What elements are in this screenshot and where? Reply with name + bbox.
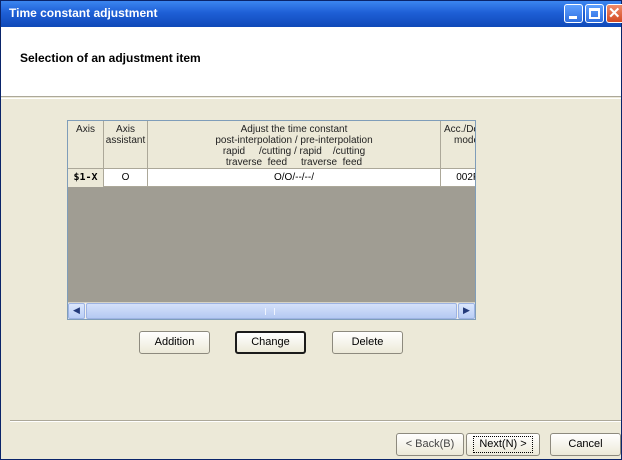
header-panel: Selection of an adjustment item [1,27,621,97]
horizontal-scrollbar[interactable]: ◀ ▶ [68,302,475,319]
column-header-acc-dec-mode[interactable]: Acc./De mode [441,121,476,169]
close-icon: ✕ [608,5,621,22]
cell-axis-assistant[interactable]: O [104,169,148,187]
close-button[interactable]: ✕ [606,4,622,23]
grip-icon [265,308,275,315]
cell-acc-dec-mode[interactable]: 002F [441,169,475,187]
header-separator [1,98,621,99]
column-header-label: Axis assistant [105,124,146,146]
page-heading: Selection of an adjustment item [20,51,201,65]
column-header-adjust-time-constant[interactable]: Adjust the time constant post-interpolat… [148,121,441,169]
change-button[interactable]: Change [235,331,306,354]
scroll-left-button[interactable]: ◀ [68,303,85,319]
footer-separator [10,420,621,422]
column-header-axis[interactable]: Axis [68,121,104,169]
cancel-button[interactable]: Cancel [550,433,621,456]
maximize-icon [589,8,600,19]
column-header-label: Axis [76,124,95,135]
window-title: Time constant adjustment [9,6,158,20]
column-header-label: Acc./De mode [443,124,476,146]
table-row[interactable]: $1-X O O/O/--/--/ 002F [68,169,475,187]
cell-adjust-time-constant[interactable]: O/O/--/--/ [148,169,441,187]
scrollbar-thumb[interactable] [86,303,457,319]
delete-button[interactable]: Delete [332,331,403,354]
minimize-icon [569,16,577,19]
column-header-label: Adjust the time constant post-interpolat… [215,124,373,168]
scroll-right-button[interactable]: ▶ [458,303,475,319]
title-bar[interactable]: Time constant adjustment ✕ [1,1,622,27]
chevron-right-icon: ▶ [463,306,470,316]
maximize-button[interactable] [585,4,604,23]
dialog-window: Time constant adjustment ✕ Selection of … [0,0,622,460]
column-header-axis-assistant[interactable]: Axis assistant [104,121,148,169]
adjustment-grid[interactable]: Axis Axis assistant Adjust the time cons… [67,120,476,320]
next-button[interactable]: Next(N) > [466,433,540,456]
cell-axis[interactable]: $1-X [68,169,104,187]
next-button-label: Next(N) > [473,436,533,453]
chevron-left-icon: ◀ [73,306,80,316]
grid-header: Axis Axis assistant Adjust the time cons… [68,121,475,169]
minimize-button[interactable] [564,4,583,23]
back-button[interactable]: < Back(B) [396,433,464,456]
addition-button[interactable]: Addition [139,331,210,354]
